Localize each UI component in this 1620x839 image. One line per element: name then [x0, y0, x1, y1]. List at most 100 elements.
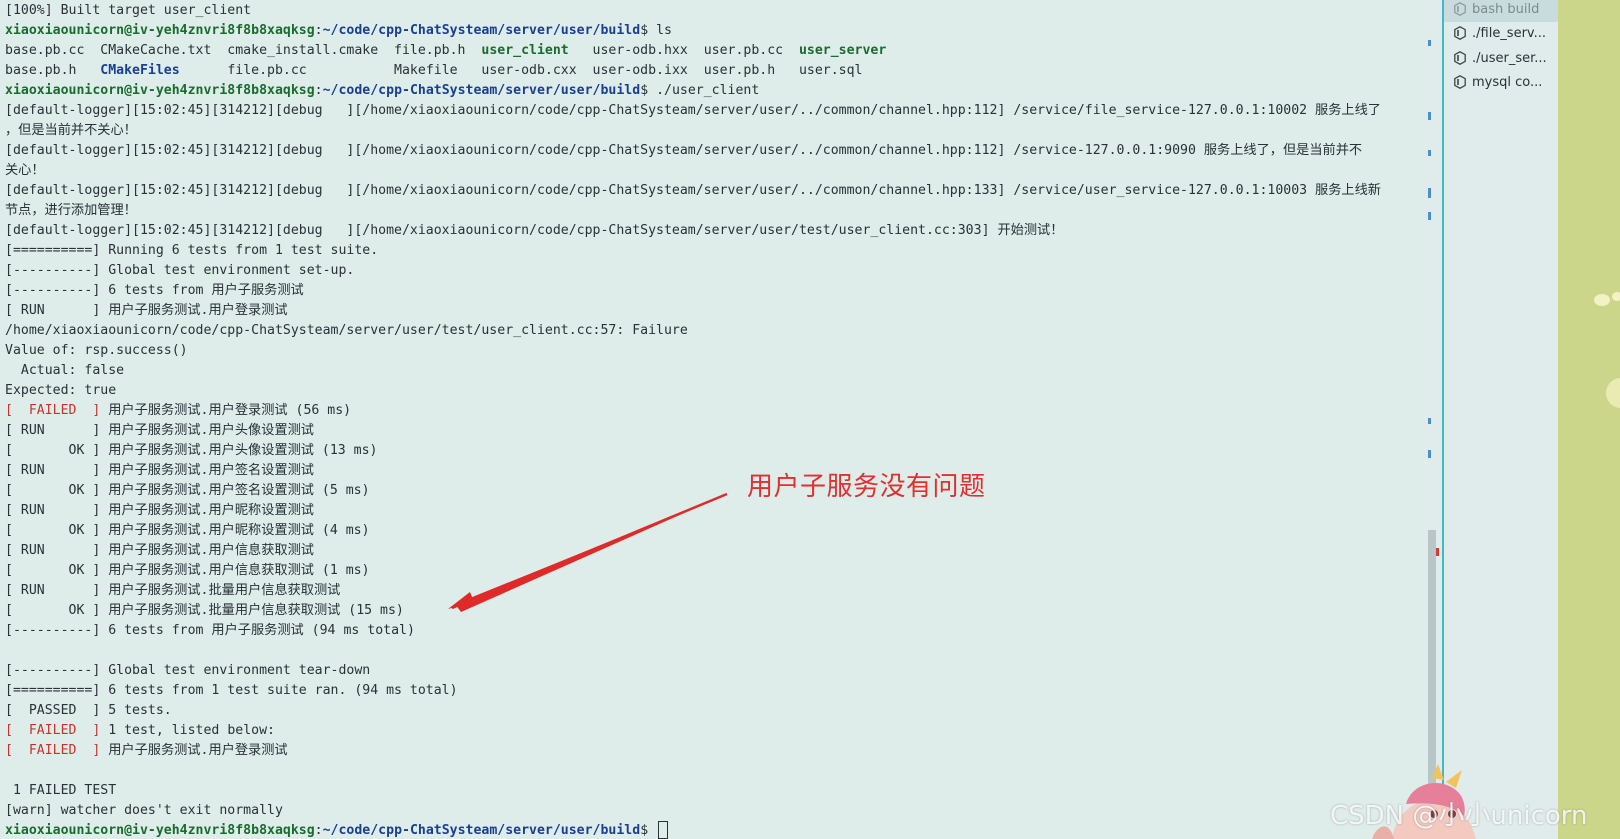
- terminal-text: [100%] Built target user_client: [5, 3, 252, 18]
- terminal-text: Expected: true: [5, 383, 117, 398]
- terminal-text-exe: user_server: [798, 43, 887, 58]
- terminal-text: $ ls: [640, 23, 672, 38]
- terminal-text: [==========] 6 tests from 1 test suite r…: [5, 683, 458, 698]
- terminal-text: /home/xiaoxiaounicorn/code/cpp-ChatSyste…: [5, 323, 688, 338]
- terminal-text: [warn] watcher does't exit normally: [5, 803, 283, 818]
- terminal-line: [ RUN ] 用户子服务测试.用户签名设置测试: [5, 461, 1405, 481]
- terminal-text: :: [314, 83, 323, 98]
- terminal-line: [ OK ] 用户子服务测试.用户信息获取测试 (1 ms): [5, 561, 1405, 581]
- terminal-icon: [1454, 26, 1466, 40]
- terminal-line: [default-logger][15:02:45][314212][debug…: [5, 221, 1405, 241]
- terminal-text: ，但是当前并不关心！: [5, 123, 137, 138]
- terminal-text-prompt-path: ~/code/cpp-ChatSysteam/server/user/build: [322, 83, 641, 98]
- terminal-text: [ OK ] 用户子服务测试.用户签名设置测试 (5 ms): [5, 483, 370, 498]
- terminal-line: xiaoxiaounicorn@iv-yeh4znvri8f8b8xaqksg:…: [5, 821, 1405, 839]
- terminal-text: $ ./user_client: [640, 83, 760, 98]
- terminal-text: base.pb.cc CMakeCache.txt cmake_install.…: [5, 43, 482, 58]
- terminal-text: [----------] 6 tests from 用户子服务测试 (94 ms…: [5, 623, 415, 638]
- terminal-line: [ RUN ] 用户子服务测试.用户头像设置测试: [5, 421, 1405, 441]
- terminal-text: 节点，进行添加管理！: [5, 203, 137, 218]
- terminal-line: [ RUN ] 用户子服务测试.用户信息获取测试: [5, 541, 1405, 561]
- terminal-text: :: [314, 823, 323, 838]
- terminal-line: [ OK ] 用户子服务测试.批量用户信息获取测试 (15 ms): [5, 601, 1405, 621]
- terminal-line: base.pb.h CMakeFiles file.pb.cc Makefile…: [5, 61, 1405, 81]
- annotation-label: 用户子服务没有问题: [747, 472, 986, 502]
- terminal-line: [default-logger][15:02:45][314212][debug…: [5, 101, 1405, 121]
- terminal-text: [ RUN ] 用户子服务测试.用户昵称设置测试: [5, 503, 314, 518]
- terminal-line: [----------] 6 tests from 用户子服务测试: [5, 281, 1405, 301]
- terminal-text: [ RUN ] 用户子服务测试.批量用户信息获取测试: [5, 583, 341, 598]
- terminal-line: base.pb.cc CMakeCache.txt cmake_install.…: [5, 41, 1405, 61]
- terminal-line: 关心！: [5, 161, 1405, 181]
- terminal-text: [default-logger][15:02:45][314212][debug…: [5, 103, 1381, 118]
- terminal-text-dir: CMakeFiles: [100, 63, 180, 78]
- terminal-line: xiaoxiaounicorn@iv-yeh4znvri8f8b8xaqksg:…: [5, 21, 1405, 41]
- terminal-text: [ OK ] 用户子服务测试.用户昵称设置测试 (4 ms): [5, 523, 370, 538]
- terminal-list-item[interactable]: mysql co...: [1444, 69, 1558, 95]
- terminal-line: [ PASSED ] 5 tests.: [5, 701, 1405, 721]
- terminal-list-item[interactable]: bash build: [1444, 0, 1558, 22]
- terminal-list-item[interactable]: ./user_ser...: [1444, 45, 1558, 71]
- terminal-text: file.pb.cc Makefile user-odb.cxx user-od…: [179, 63, 863, 78]
- terminal-line: xiaoxiaounicorn@iv-yeh4znvri8f8b8xaqksg:…: [5, 81, 1405, 101]
- terminal-text: [ OK ] 用户子服务测试.用户信息获取测试 (1 ms): [5, 563, 370, 578]
- terminal-text: [ OK ] 用户子服务测试.用户头像设置测试 (13 ms): [5, 443, 378, 458]
- terminal-text: [----------] Global test environment tea…: [5, 663, 371, 678]
- terminal-text: Value of: rsp.success(): [5, 343, 188, 358]
- terminal-list-item-label: bash build: [1472, 1, 1540, 17]
- terminal-line: [ OK ] 用户子服务测试.用户签名设置测试 (5 ms): [5, 481, 1405, 501]
- terminal-icon: [1454, 2, 1466, 16]
- terminal-text-prompt-user: xiaoxiaounicorn@iv-yeh4znvri8f8b8xaqksg: [5, 23, 315, 38]
- terminal-line: Value of: rsp.success(): [5, 341, 1405, 361]
- terminal-list-item-label: mysql co...: [1472, 74, 1543, 90]
- terminal-list-item-label: ./file_serv...: [1472, 25, 1547, 41]
- terminal-line: [ RUN ] 用户子服务测试.用户登录测试: [5, 301, 1405, 321]
- terminal-line: [ OK ] 用户子服务测试.用户昵称设置测试 (4 ms): [5, 521, 1405, 541]
- terminal-text: $: [640, 823, 657, 838]
- decorative-background-strip: [1558, 0, 1620, 839]
- terminal-line: 节点，进行添加管理！: [5, 201, 1405, 221]
- terminal-line: [----------] Global test environment set…: [5, 261, 1405, 281]
- terminal-text: [ RUN ] 用户子服务测试.用户登录测试: [5, 303, 288, 318]
- terminal-line: [==========] 6 tests from 1 test suite r…: [5, 681, 1405, 701]
- terminal-text: base.pb.h: [5, 63, 101, 78]
- terminal-line: [ OK ] 用户子服务测试.用户头像设置测试 (13 ms): [5, 441, 1405, 461]
- terminal-text-prompt-path: ~/code/cpp-ChatSysteam/server/user/build: [322, 23, 641, 38]
- terminal-line: [----------] Global test environment tea…: [5, 661, 1405, 681]
- terminal-line: Expected: true: [5, 381, 1405, 401]
- terminal-icon: [1454, 51, 1466, 65]
- csdn-watermark: CSDN @小小unicorn: [1330, 801, 1588, 831]
- terminal-text-fail: [ FAILED ]: [5, 723, 101, 738]
- terminal-text: [default-logger][15:02:45][314212][debug…: [5, 183, 1381, 198]
- terminal-text: 1 FAILED TEST: [5, 783, 117, 798]
- terminal-text: [ RUN ] 用户子服务测试.用户头像设置测试: [5, 423, 314, 438]
- terminal-text: 1 test, listed below:: [100, 723, 275, 738]
- terminal-line: /home/xiaoxiaounicorn/code/cpp-ChatSyste…: [5, 321, 1405, 341]
- terminal-line: [ FAILED ] 用户子服务测试.用户登录测试: [5, 741, 1405, 761]
- terminal-line: [ RUN ] 用户子服务测试.用户昵称设置测试: [5, 501, 1405, 521]
- terminal-text: 关心！: [5, 163, 45, 178]
- terminal-panel[interactable]: [100%] Built target user_client xiaoxiaou…: [0, 0, 1420, 839]
- terminal-list-item[interactable]: ./file_serv...: [1444, 20, 1558, 46]
- terminal-text: [----------] Global test environment set…: [5, 263, 355, 278]
- terminal-text: 用户子服务测试.用户登录测试 (56 ms): [100, 403, 352, 418]
- terminal-text: [ OK ] 用户子服务测试.批量用户信息获取测试 (15 ms): [5, 603, 404, 618]
- terminal-line: [ FAILED ] 1 test, listed below:: [5, 721, 1405, 741]
- terminal-text: [default-logger][15:02:45][314212][debug…: [5, 223, 1064, 238]
- terminal-text: [ RUN ] 用户子服务测试.用户信息获取测试: [5, 543, 314, 558]
- terminal-text: 用户子服务测试.用户登录测试: [100, 743, 288, 758]
- terminal-line: [default-logger][15:02:45][314212][debug…: [5, 181, 1405, 201]
- terminal-text: [==========] Running 6 tests from 1 test…: [5, 243, 379, 258]
- terminal-line: [ FAILED ] 用户子服务测试.用户登录测试 (56 ms): [5, 401, 1405, 421]
- terminal-text: [ RUN ] 用户子服务测试.用户签名设置测试: [5, 463, 314, 478]
- terminal-line: [==========] Running 6 tests from 1 test…: [5, 241, 1405, 261]
- terminal-line: 1 FAILED TEST: [5, 781, 1405, 801]
- terminal-line: [----------] 6 tests from 用户子服务测试 (94 ms…: [5, 621, 1405, 641]
- terminal-text-prompt-user: xiaoxiaounicorn@iv-yeh4znvri8f8b8xaqksg: [5, 83, 315, 98]
- terminal-text: [----------] 6 tests from 用户子服务测试: [5, 283, 304, 298]
- terminal-cursor: [658, 821, 669, 839]
- terminal-text: [ PASSED ] 5 tests.: [5, 703, 172, 718]
- terminal-line: ，但是当前并不关心！: [5, 121, 1405, 141]
